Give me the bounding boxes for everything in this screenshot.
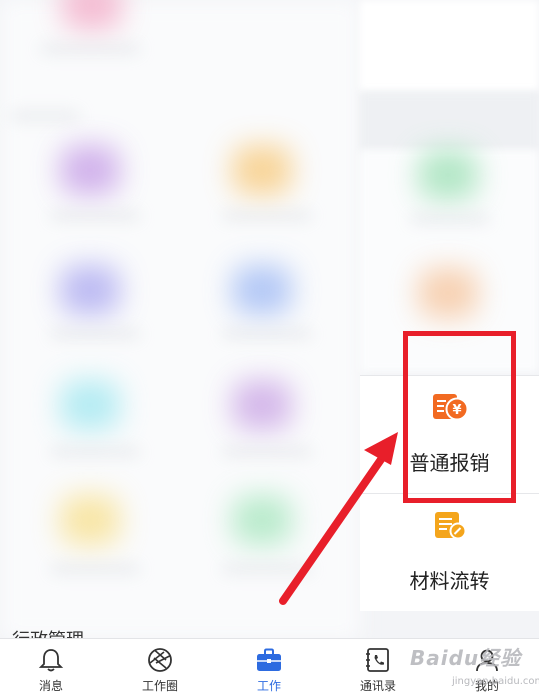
tab-work-circle[interactable]: 工作圈 [120,639,200,698]
phone-book-icon [366,648,389,672]
watermark-url: jingyan.baidu.com [452,676,539,687]
watermark-logo: Baidu经验 [410,646,522,670]
tab-contacts[interactable]: 通讯录 [338,639,418,698]
tab-messages[interactable]: 消息 [11,639,91,698]
tab-work[interactable]: 工作 [229,639,309,698]
tab-label: 工作 [256,679,281,693]
tab-label: 消息 [38,679,63,693]
annotation-arrow [279,432,398,605]
aperture-icon [148,648,172,672]
bell-icon [38,649,64,672]
briefcase-icon [257,648,281,671]
tab-label: 通讯录 [359,679,396,693]
tab-label: 工作圈 [141,679,178,693]
